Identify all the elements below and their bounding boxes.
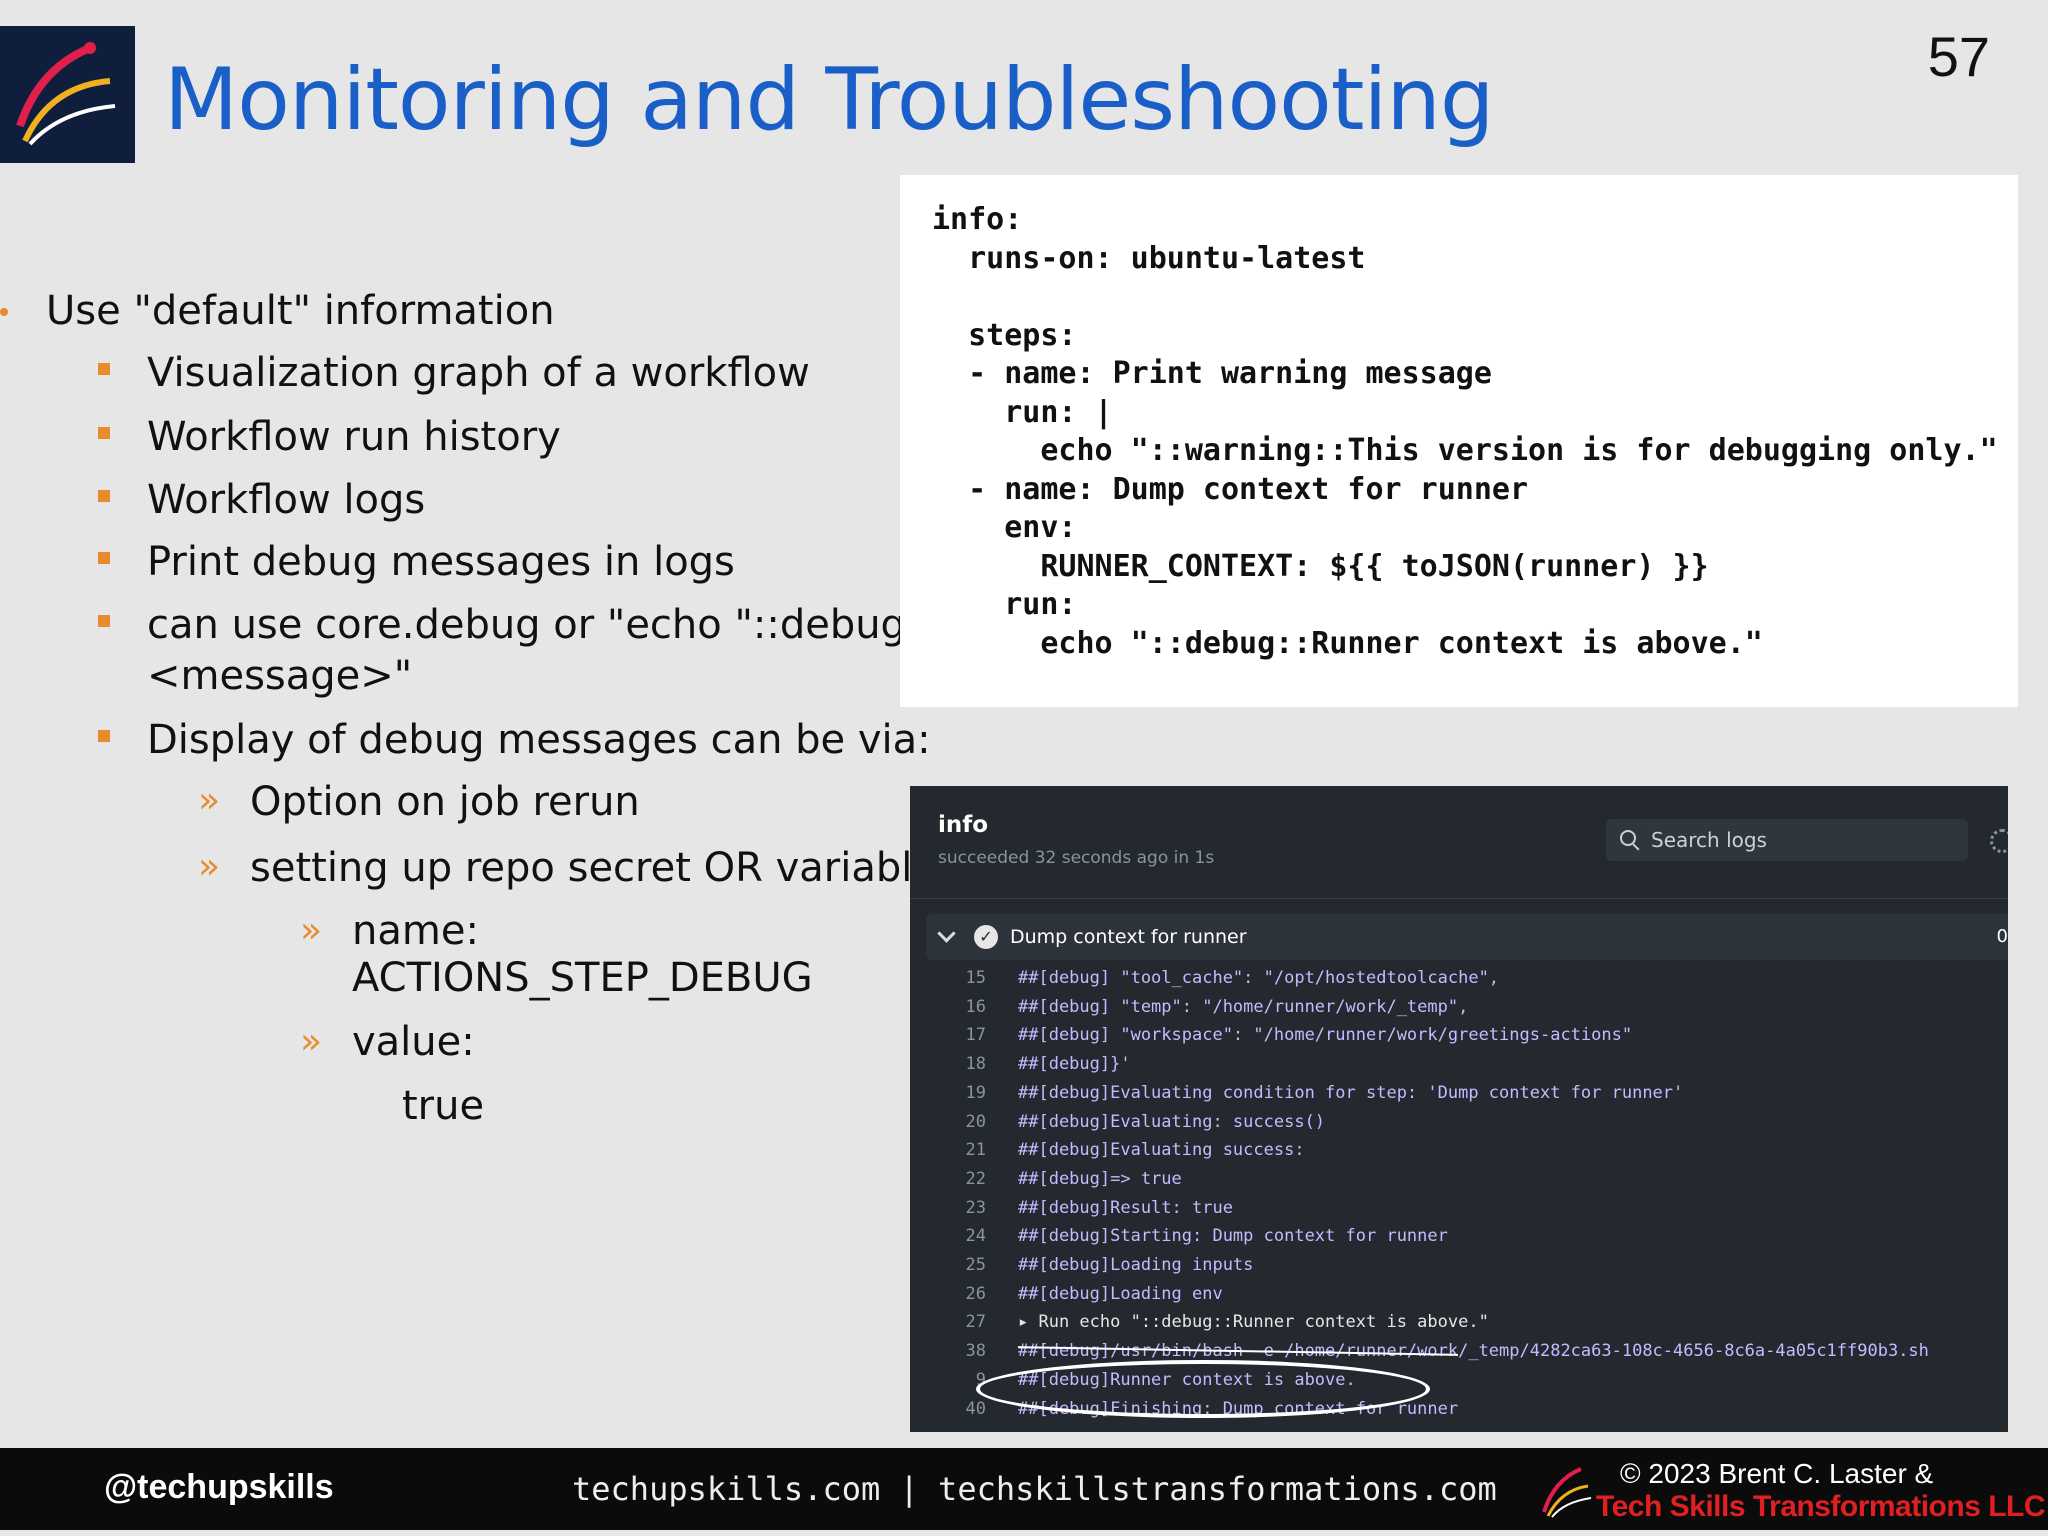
- brand-logo-small: [1542, 1467, 1592, 1518]
- check-icon: ✓: [974, 925, 998, 949]
- copyright-line2: Tech Skills Transformations LLC: [1596, 1490, 2046, 1523]
- bullet-level3: setting up repo secret OR variable: [250, 845, 937, 891]
- line-text: ##[debug]Evaluating success:: [1018, 1140, 1305, 1161]
- divider: [910, 898, 2008, 899]
- line-number: 23: [965, 1197, 986, 1218]
- line-number: 19: [965, 1082, 986, 1103]
- bullet-level2: Workflow logs: [147, 477, 426, 523]
- line-number: 25: [965, 1255, 986, 1275]
- line-text: ##[debug]Loading inputs: [1018, 1255, 1254, 1275]
- log-line: 22 ##[debug]=> true: [910, 1169, 2008, 1197]
- line-text: ##[debug]/usr/bin/bash -e /home/runner/w…: [1018, 1341, 1929, 1362]
- line-number: 26: [965, 1283, 986, 1304]
- bullet-level2: Print debug messages in logs: [147, 539, 735, 585]
- log-line: 23 ##[debug]Result: true: [910, 1198, 2008, 1226]
- bullet-level4-continued: ACTIONS_STEP_DEBUG: [352, 955, 813, 1001]
- bullet-level2: Visualization graph of a workflow: [147, 350, 810, 396]
- bullet-level4: value:: [352, 1019, 475, 1065]
- line-number: 16: [965, 996, 986, 1017]
- line-number: 15: [965, 968, 986, 988]
- step-label: Dump context for runner: [1010, 926, 1247, 948]
- line-number: 24: [965, 1226, 986, 1247]
- yaml-code: info: runs-on: ubuntu-latest steps: - na…: [932, 202, 1998, 661]
- log-line: 25 ##[debug]Loading inputs: [910, 1255, 2008, 1283]
- log-line: 19 ##[debug]Evaluating condition for step…: [910, 1083, 2008, 1111]
- job-title: info: [938, 812, 989, 838]
- gear-icon[interactable]: [1990, 829, 2008, 853]
- line-number: 20: [965, 1111, 986, 1132]
- line-number: 18: [965, 1054, 986, 1075]
- job-status: succeeded 32 seconds ago in 1s: [938, 848, 1215, 868]
- yaml-code-box: info: runs-on: ubuntu-latest steps: - na…: [900, 175, 2018, 707]
- line-text: ##[debug]}': [1018, 1054, 1131, 1075]
- line-number: 22: [965, 1168, 986, 1189]
- log-line: 17 ##[debug] "workspace": "/home/runner/w…: [910, 1025, 2008, 1053]
- log-line: 18 ##[debug]}': [910, 1054, 2008, 1082]
- brand-logo: [0, 26, 135, 163]
- copyright-line1: © 2023 Brent C. Laster &: [1620, 1458, 1934, 1489]
- bullet-level2: Workflow run history: [147, 414, 561, 460]
- line-text: ##[debug]Result: true: [1018, 1197, 1233, 1218]
- step-duration: 0: [1996, 926, 2008, 947]
- bullet-marker: [98, 490, 110, 502]
- line-text: ##[debug]Evaluating: success(): [1018, 1111, 1326, 1132]
- footer: @techupskills techupskills.com | techski…: [0, 1448, 2048, 1530]
- bullet-marker: [98, 730, 110, 742]
- chevron-marker: »: [300, 1021, 323, 1062]
- bullet-level4-continued: true: [402, 1083, 485, 1129]
- bullet-level1: Use "default" information: [46, 288, 555, 334]
- log-line: 27 ▸ Run echo "::debug::Runner context is…: [910, 1312, 2008, 1340]
- log-line: 26 ##[debug]Loading env: [910, 1284, 2008, 1312]
- log-line: 15 ##[debug] "tool_cache": "/opt/hostedto…: [910, 968, 2008, 996]
- slide-title: Monitoring and Troubleshooting: [164, 50, 1494, 150]
- line-text: ##[debug] "temp": "/home/runner/work/_te…: [1018, 996, 1469, 1017]
- line-number: 27: [965, 1312, 986, 1333]
- bullet-marker: [98, 363, 110, 375]
- search-logs-input[interactable]: Search logs: [1606, 819, 1968, 861]
- line-text: ##[debug] "workspace": "/home/runner/wor…: [1018, 1025, 1633, 1046]
- bullet-marker: [98, 552, 110, 564]
- search-placeholder: Search logs: [1651, 828, 1767, 852]
- log-line: 21 ##[debug]Evaluating success:: [910, 1140, 2008, 1168]
- line-text: ▸ Run echo "::debug::Runner context is a…: [1018, 1312, 1489, 1333]
- bullet-marker: [98, 427, 110, 439]
- bullet-marker: [0, 308, 8, 316]
- website-links: techupskills.com | techskillstransformat…: [572, 1470, 1497, 1508]
- chevron-marker: »: [300, 910, 323, 951]
- line-text: ##[debug]Evaluating condition for step: …: [1018, 1082, 1684, 1103]
- log-line: 16 ##[debug] "temp": "/home/runner/work/_…: [910, 997, 2008, 1025]
- line-text: ##[debug] "tool_cache": "/opt/hostedtool…: [1018, 968, 1500, 988]
- chevron-marker: »: [198, 780, 221, 821]
- page-number: 57: [1927, 25, 1990, 88]
- bullet-level4: name:: [352, 908, 479, 954]
- bullet-level2-continued: <message>": [147, 653, 413, 699]
- bullet-marker: [98, 615, 110, 627]
- social-handle: @techupskills: [104, 1468, 334, 1506]
- log-line: 24 ##[debug]Starting: Dump context for ru…: [910, 1226, 2008, 1254]
- line-text: ##[debug]=> true: [1018, 1168, 1182, 1189]
- chevron-marker: »: [198, 846, 221, 887]
- line-number: 40: [965, 1398, 986, 1419]
- chevron-down-icon[interactable]: [937, 924, 956, 943]
- highlight-oval-annotation: [976, 1360, 1430, 1418]
- line-text: ##[debug]Starting: Dump context for runn…: [1018, 1226, 1448, 1247]
- step-header[interactable]: ✓ Dump context for runner 0: [926, 914, 2008, 960]
- line-number: 38: [965, 1341, 986, 1362]
- line-number: 17: [965, 1025, 986, 1046]
- log-viewer: info succeeded 32 seconds ago in 1s Sear…: [910, 786, 2008, 1432]
- line-number: 21: [965, 1140, 986, 1161]
- line-text: ##[debug]Loading env: [1018, 1283, 1223, 1304]
- search-icon: [1620, 830, 1636, 846]
- bullet-level2: can use core.debug or "echo "::debug::: [147, 602, 933, 648]
- bullet-level3: Option on job rerun: [250, 779, 640, 825]
- log-line: 20 ##[debug]Evaluating: success(): [910, 1112, 2008, 1140]
- bullet-level2: Display of debug messages can be via:: [147, 717, 931, 763]
